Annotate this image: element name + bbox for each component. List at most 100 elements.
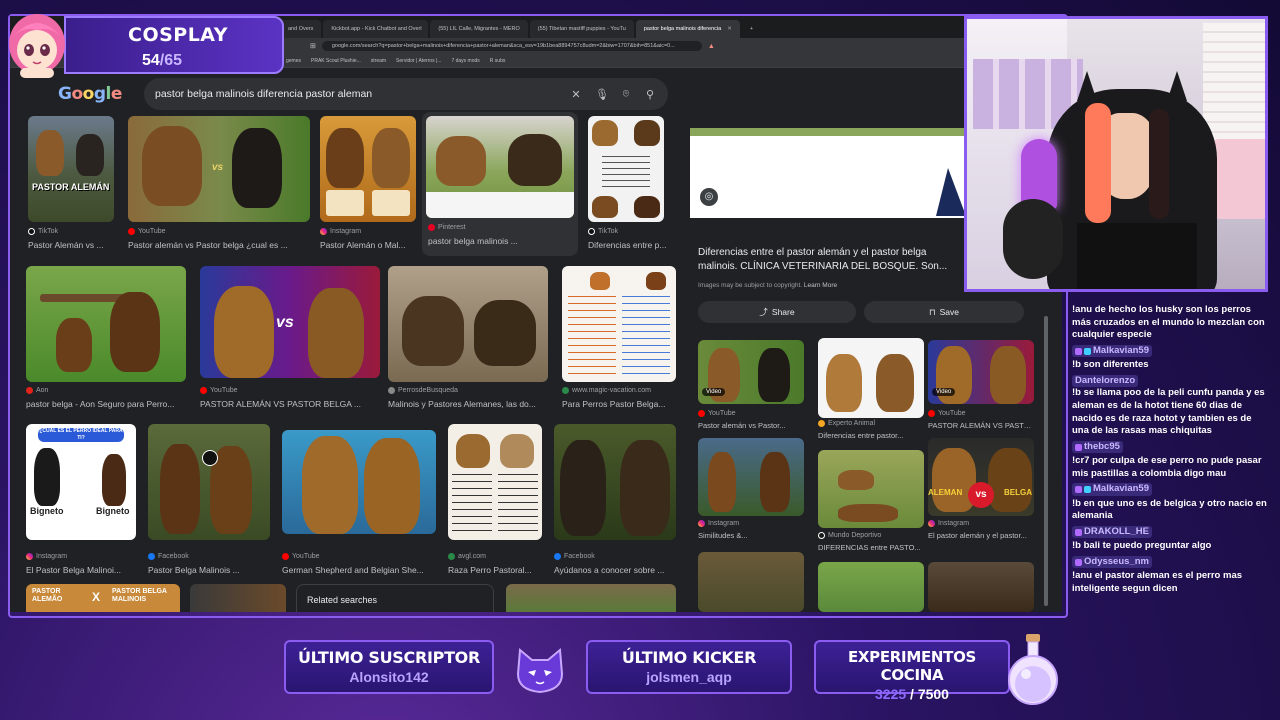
browser-tab[interactable]: Kickbot.app - Kick Chatbot and Overl [323,20,429,38]
search-input[interactable] [155,88,555,100]
save-button[interactable]: ⊓ Save [864,301,1024,323]
image-result[interactable]: Instagram Pastor Alemán o Mal... [320,116,416,256]
result-thumbnail[interactable]: ¿CUAL ES EL PERRO IDEAL PARA TI? Bigneto… [26,424,136,540]
browser-tab[interactable]: and Overs [280,20,322,38]
result-title[interactable]: Raza Perro Pastoral... [448,565,544,575]
browser-window: and Overs Kickbot.app - Kick Chatbot and… [10,16,1062,612]
related-image[interactable]: vs ALEMAN BELGA Instagram El pastor alem… [928,438,1034,540]
camera-lens-icon[interactable]: ⌾ [618,86,634,102]
result-thumbnail[interactable] [388,266,548,382]
related-image[interactable]: Instagram Similitudes &... [698,438,804,540]
result-title[interactable]: Pastor Alemán o Mal... [320,240,416,250]
panel-scrollbar[interactable] [1044,316,1048,606]
google-logo[interactable]: Google [58,84,122,104]
image-result[interactable]: Facebook Pastor Belga Malinois ... [148,424,270,575]
result-title[interactable]: PASTOR ALEMÁN VS PASTOR BELGA ... [200,399,384,409]
search-icon[interactable]: ⚲ [642,86,658,102]
related-image[interactable] [818,562,924,612]
result-thumbnail[interactable] [562,266,676,382]
related-image[interactable]: Video YouTube Pastor alemán vs Pastor... [698,340,804,440]
share-button[interactable]: ⤴ Share [698,301,856,323]
learn-more-link[interactable]: Learn More [804,282,837,289]
chat-username[interactable]: DRAKOLL_HE [1072,525,1152,539]
result-title[interactable]: Pastor alemán vs Pastor... [698,421,804,430]
extension-icon[interactable]: ▲ [708,43,715,50]
result-title[interactable]: pastor belga - Aon Seguro para Perro... [26,399,188,409]
image-result[interactable]: vs YouTube PASTOR ALEMÁN VS PASTOR BELGA… [200,266,384,412]
result-title[interactable]: Ayúdanos a conocer sobre ... [554,565,678,575]
image-result[interactable]: PASTOR ALEMÁN TikTok Pastor Alemán vs ..… [28,116,114,256]
image-result-selected[interactable]: Pinterest pastor belga malinois ... [422,112,578,256]
related-image[interactable]: Mundo Deportivo DIFERENCIAS entre PASTO.… [818,450,924,552]
image-result[interactable]: TikTok Diferencias entre p... [588,116,670,256]
image-result[interactable]: avgl.com Raza Perro Pastoral... [448,424,544,575]
pinterest-icon [428,224,435,231]
result-title[interactable]: PASTOR ALEMÁN VS PASTO... [928,421,1034,430]
browser-tab[interactable]: (55) LIL Calle, Migrantes - MERO [430,20,528,38]
close-tab-icon[interactable]: ✕ [727,26,732,32]
bookmark-item[interactable]: gemes [286,58,301,64]
result-title[interactable]: Para Perros Pastor Belga... [562,399,678,409]
preview-title[interactable]: Diferencias entre el pastor alemán y el … [698,246,968,274]
result-thumbnail[interactable] [588,116,664,222]
result-thumbnail[interactable] [26,266,186,382]
result-thumbnail[interactable]: vs [200,266,380,378]
image-result[interactable]: PerrosdeBusqueda Malinois y Pastores Ale… [388,266,548,412]
result-title[interactable]: Diferencias entre pastor... [818,431,924,440]
result-thumbnail[interactable]: PASTOR ALEMÃO X PASTOR BELGA MALINOIS [26,584,180,612]
image-result[interactable]: Aon pastor belga - Aon Seguro para Perro… [26,266,188,412]
chat-username[interactable]: thebc95 [1072,440,1123,454]
browser-tab[interactable]: (55) Tibetan mastiff puppies - YouTu [529,20,634,38]
lens-icon[interactable]: ◎ [700,188,718,206]
chat-username[interactable]: Dantelorenzo [1072,374,1139,388]
bookmark-item[interactable]: 7 days mods [451,58,479,64]
result-thumbnail[interactable] [148,424,270,540]
address-bar[interactable]: google.com/search?q=pastor+belga+malinoi… [321,41,702,51]
result-title[interactable]: El Pastor Belga Malinoi... [26,565,138,575]
chat-username[interactable]: Malkavian59 [1072,344,1152,358]
search-box[interactable]: ✕ 🎙 ⌾ ⚲ [144,78,668,110]
result-thumbnail[interactable] [554,424,676,540]
related-image[interactable] [698,552,804,612]
result-thumbnail[interactable] [426,116,574,218]
result-title[interactable]: pastor belga malinois ... [428,236,568,246]
related-image[interactable] [928,562,1034,612]
result-title[interactable]: Pastor alemán vs Pastor belga ¿cual es .… [128,240,310,250]
related-image[interactable]: Video YouTube PASTOR ALEMÁN VS PASTO... [928,340,1034,440]
result-title[interactable]: Pastor Alemán vs ... [28,240,114,250]
browser-tab-active[interactable]: pastor belga malinois diferencia ✕ [635,20,740,38]
related-image[interactable]: Experto Animal Diferencias entre pastor.… [818,338,924,440]
bookmark-item[interactable]: Servidor | Aterros |... [396,58,441,64]
result-thumbnail[interactable] [320,116,416,222]
result-title[interactable]: Similitudes &... [698,531,804,540]
instagram-icon [26,553,33,560]
microphone-icon[interactable]: 🎙 [594,86,610,102]
new-tab-button[interactable]: + [742,20,761,38]
bookmark-star-icon[interactable]: ⊞ [310,42,316,50]
image-result[interactable]: YouTube German Shepherd and Belgian She.… [282,424,440,575]
result-title[interactable]: DIFERENCIAS entre PASTO... [818,543,924,552]
bookmark-item[interactable]: PRAK Scout Plushie... [311,58,361,64]
result-title[interactable]: German Shepherd and Belgian She... [282,565,440,575]
result-title[interactable]: Diferencias entre p... [588,240,670,250]
result-thumbnail[interactable] [448,424,542,540]
image-result[interactable]: Facebook Ayúdanos a conocer sobre ... [554,424,678,575]
result-thumbnail[interactable]: vs [128,116,310,222]
image-result[interactable]: www.magic-vacation.com Para Perros Pasto… [562,266,678,412]
image-result[interactable]: vs YouTube Pastor alemán vs Pastor belga… [128,116,310,256]
result-title[interactable]: El pastor alemán y el pastor... [928,531,1034,540]
chat-username[interactable]: Odysseus_nm [1072,555,1152,569]
clear-search-icon[interactable]: ✕ [568,86,584,102]
result-source: Instagram [928,520,969,527]
image-result[interactable]: ¿CUAL ES EL PERRO IDEAL PARA TI? Bigneto… [26,424,138,575]
result-thumbnail[interactable] [190,584,286,612]
result-title[interactable]: Malinois y Pastores Alemanes, las do... [388,399,548,409]
result-thumbnail[interactable] [282,430,436,534]
result-title[interactable]: Pastor Belga Malinois ... [148,565,270,575]
chat-username[interactable]: Malkavian59 [1072,483,1152,496]
result-thumbnail[interactable]: PASTOR ALEMÁN [28,116,114,222]
bookmark-item[interactable]: R subs [490,58,506,64]
result-thumbnail[interactable] [506,584,676,612]
image-text: vs [276,314,294,331]
bookmark-item[interactable]: stream [371,58,386,64]
